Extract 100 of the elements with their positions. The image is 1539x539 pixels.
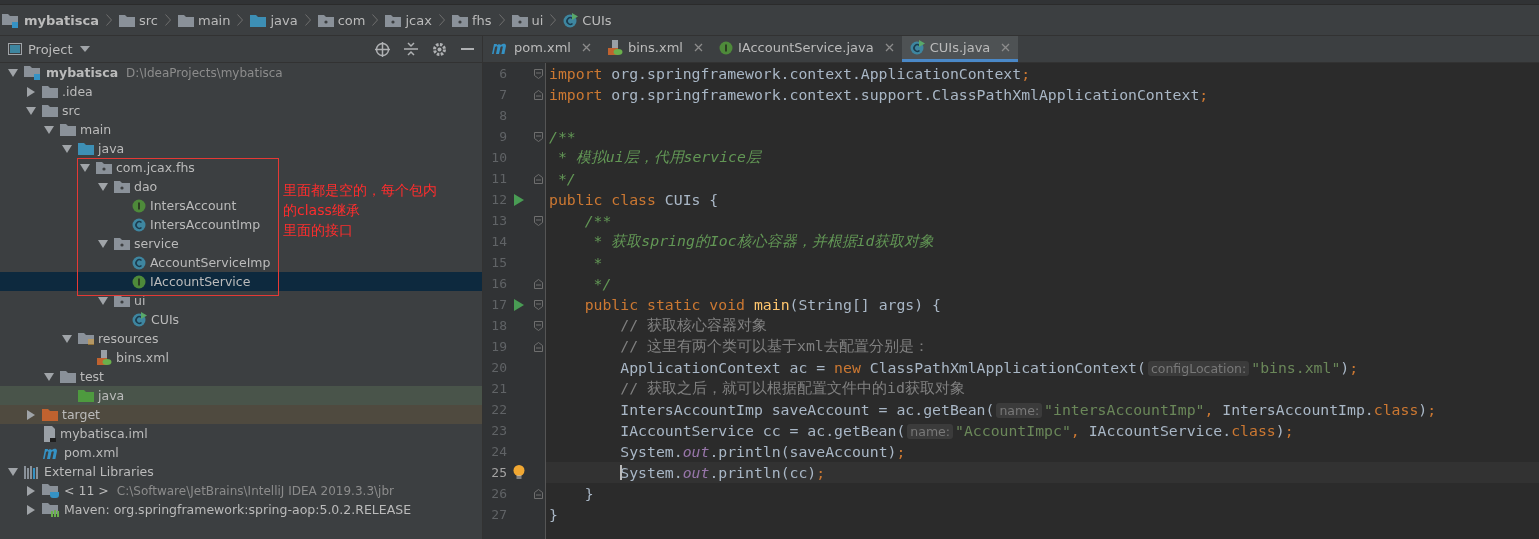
fold-end-icon[interactable] [533, 341, 543, 352]
collapsed-arrow-icon[interactable] [26, 409, 36, 420]
minimize-icon[interactable] [461, 47, 474, 51]
panel-title[interactable]: Project [28, 41, 73, 57]
breadcrumb-item[interactable]: CUIs [582, 12, 612, 28]
tree-item[interactable]: IntersAccountImp [0, 215, 267, 234]
close-icon[interactable] [582, 43, 591, 52]
breadcrumb-item[interactable]: java [270, 12, 298, 28]
fold-icon[interactable] [533, 131, 543, 142]
fold-end-icon[interactable] [533, 488, 543, 499]
tree-item[interactable]: main [0, 120, 118, 139]
expanded-arrow-icon[interactable] [98, 181, 108, 192]
code-editor[interactable] [483, 63, 1539, 539]
editor-tab[interactable]: pom.xml [483, 36, 599, 62]
tab-label: bins.xml [628, 40, 683, 55]
code-line: // 获取核心容器对象 [619, 316, 767, 335]
settings-icon[interactable] [432, 41, 447, 57]
code-line: /** [549, 128, 576, 145]
tree-item[interactable]: src [0, 101, 87, 120]
collapsed-arrow-icon[interactable] [26, 504, 36, 515]
editor-tab[interactable]: CUIs.java [901, 36, 1019, 62]
tree-item[interactable]: java [0, 386, 482, 405]
expanded-arrow-icon[interactable] [8, 466, 18, 477]
tree-item[interactable]: mybatisca D:\IdeaProjects\mybatisca [0, 63, 289, 82]
chevron-icon [165, 14, 171, 26]
breadcrumb-item[interactable]: main [198, 12, 231, 28]
expanded-arrow-icon[interactable] [62, 333, 72, 344]
tree-item[interactable]: < 11 > C:\Software\JetBrains\IntelliJ IDEA 2019.3.3\jbr [0, 481, 400, 500]
package-icon [511, 13, 528, 27]
collapsed-arrow-icon[interactable] [26, 485, 36, 496]
tree-item[interactable]: java [0, 139, 131, 158]
tree-item[interactable]: com.jcax.fhs [0, 158, 201, 177]
package-icon [451, 13, 468, 27]
breadcrumb-item[interactable]: mybatisca [24, 12, 99, 28]
fold-icon[interactable] [533, 215, 543, 226]
tab-label: pom.xml [514, 40, 571, 55]
lightbulb-icon[interactable] [513, 465, 525, 480]
breadcrumb-item[interactable]: src [139, 12, 158, 28]
expanded-arrow-icon[interactable] [44, 371, 54, 382]
tree-item[interactable]: ui [0, 291, 152, 310]
code-line: } [549, 506, 558, 523]
code-line: /** [583, 212, 612, 229]
expanded-arrow-icon[interactable] [80, 162, 90, 173]
expanded-arrow-icon[interactable] [26, 105, 36, 116]
tree-item[interactable]: bins.xml [0, 348, 175, 367]
code-line: IntersAccountImp saveAccount = ac.getBean( name: "intersAccountImp", IntersAccountImp.class); [619, 401, 1437, 418]
breadcrumb-item[interactable]: ui [531, 12, 544, 28]
expanded-arrow-icon[interactable] [62, 143, 72, 154]
xml-file-icon [607, 39, 623, 56]
path-text: C:\Software\JetBrains\IntelliJ IDEA 2019.3.3\jbr [116, 483, 394, 498]
run-icon[interactable] [514, 193, 524, 206]
breadcrumb-item[interactable]: fhs [471, 12, 492, 28]
tree-item[interactable]: service [0, 234, 185, 253]
tree-item[interactable]: AccountServiceImp [0, 253, 277, 272]
run-icon[interactable] [514, 298, 524, 311]
fold-icon[interactable] [533, 68, 543, 79]
collapse-all-icon[interactable] [404, 42, 418, 56]
close-icon[interactable] [884, 43, 894, 52]
code-line: System.out.println(saveAccount); [619, 443, 906, 460]
expanded-arrow-icon[interactable] [8, 67, 18, 78]
tree-item-label: ui [134, 293, 146, 308]
tree-item[interactable]: test [0, 367, 110, 386]
class-icon [132, 255, 146, 270]
tree-item[interactable]: target [0, 405, 482, 424]
tree-item[interactable]: IntersAccount [0, 196, 243, 215]
module-folder-icon [24, 65, 42, 80]
tree-item[interactable]: mybatisca.iml [0, 424, 154, 443]
tree-item[interactable]: IAccountService [0, 272, 482, 291]
tree-item-label: External Libraries [44, 464, 154, 479]
chevron-icon [372, 14, 379, 26]
fold-icon[interactable] [533, 299, 543, 310]
fold-end-icon[interactable] [533, 173, 543, 184]
excluded-folder-icon [42, 408, 58, 421]
fold-icon[interactable] [533, 320, 543, 331]
annotation-note: 的class继承 [283, 201, 361, 220]
tree-item-label: java [98, 388, 125, 403]
tree-item[interactable]: External Libraries [0, 462, 160, 481]
locate-crosshair-icon[interactable] [375, 41, 390, 57]
tree-item[interactable]: .idea [0, 82, 99, 101]
breadcrumb-item[interactable]: jcax [405, 12, 432, 28]
source-folder-icon [78, 142, 94, 155]
expanded-arrow-icon[interactable] [98, 295, 108, 306]
tree-item[interactable]: CUIs [0, 310, 186, 329]
fold-end-icon[interactable] [533, 89, 543, 100]
expanded-arrow-icon[interactable] [98, 238, 108, 249]
close-icon[interactable] [693, 43, 703, 52]
fold-end-icon[interactable] [533, 278, 543, 289]
tree-item[interactable]: resources [0, 329, 165, 348]
editor-tab[interactable]: bins.xml [599, 36, 711, 62]
collapsed-arrow-icon[interactable] [26, 86, 36, 97]
close-icon[interactable] [1001, 43, 1011, 52]
runnable-class-icon [909, 40, 925, 55]
breadcrumb-item[interactable]: com [337, 12, 366, 28]
tree-item[interactable]: Maven: org.springframework:spring-aop:5.0.2.RELEASE [0, 500, 418, 519]
editor-tab[interactable]: IAccountService.java [710, 36, 902, 62]
expanded-arrow-icon[interactable] [44, 124, 54, 135]
tree-item[interactable]: dao [0, 177, 164, 196]
tree-item[interactable]: pom.xml [0, 443, 125, 462]
dropdown-caret-icon[interactable] [80, 46, 91, 52]
package-icon [114, 237, 130, 250]
